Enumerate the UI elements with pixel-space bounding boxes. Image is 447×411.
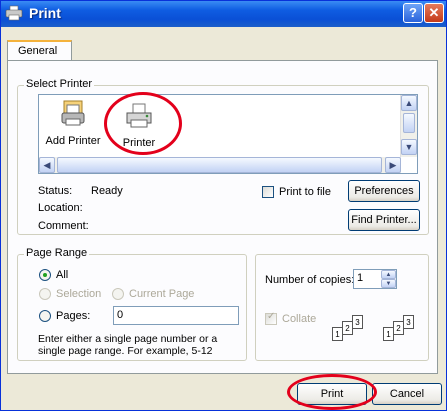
tab-general-label: General [18,45,58,57]
printer-label: Printer [122,137,156,149]
pages-label: Pages: [56,310,91,322]
print-to-file-checkbox[interactable] [262,186,274,198]
list-item-add-printer[interactable]: Add Printer [43,99,103,147]
window-title: Print [29,5,61,21]
vertical-scrollbar[interactable]: ▲ ▼ [400,95,417,157]
add-printer-label: Add Printer [45,135,101,147]
select-printer-legend: Select Printer [24,78,95,90]
all-label: All [56,269,69,281]
status-label: Status: [38,185,73,197]
add-printer-icon [58,100,88,132]
status-value: Ready [91,185,123,197]
copies-down-icon[interactable]: ▼ [381,279,396,288]
current-page-label: Current Page [129,288,195,300]
close-button[interactable]: ✕ [424,3,444,23]
help-button[interactable]: ? [403,3,423,23]
print-dialog: Print ? ✕ General Select Printer Add Pri… [0,0,447,411]
collate-label: Collate [282,313,317,325]
comment-label: Comment: [38,220,89,232]
page-range-legend: Page Range [24,247,90,259]
collate-checkbox: ✓ [265,311,277,325]
selection-label: Selection [56,288,102,300]
find-printer-button[interactable]: Find Printer... [348,209,420,231]
copies-value: 1 [357,272,364,284]
scroll-thumb[interactable] [403,113,415,133]
cancel-button[interactable]: Cancel [372,383,442,405]
printer-icon [5,5,23,21]
number-of-copies-label: Number of copies: [265,274,355,286]
checkmark-icon: ✓ [267,311,276,322]
list-item-printer[interactable]: Printer [109,101,169,149]
title-bar[interactable]: Print ? ✕ [1,1,446,27]
printer-icon [124,103,154,134]
selection-radio [39,288,51,300]
location-label: Location: [38,202,83,214]
scroll-down-icon[interactable]: ▼ [401,139,417,155]
current-page-radio [112,288,124,300]
copies-up-icon[interactable]: ▲ [381,270,396,279]
print-button[interactable]: Print [297,383,367,405]
horizontal-scrollbar[interactable]: ◀ ▶ [39,157,401,173]
page-range-help-text: Enter either a single page number or a s… [38,333,218,357]
tab-general[interactable]: General [7,40,72,61]
scroll-thumb-horizontal[interactable] [57,157,382,173]
scroll-left-icon[interactable]: ◀ [39,157,55,173]
scroll-up-icon[interactable]: ▲ [401,95,417,111]
printer-list[interactable]: Add Printer Printer ▲ ▼ ◀ ▶ [38,94,418,174]
all-radio[interactable] [39,269,51,281]
radio-selected-dot [43,273,47,277]
pages-radio[interactable] [39,310,51,322]
collate-page: 3 [403,315,414,329]
print-to-file-label: Print to file [279,186,331,198]
preferences-button[interactable]: Preferences [348,180,420,202]
copies-group [255,254,429,361]
collate-page: 3 [352,315,363,329]
scroll-right-icon[interactable]: ▶ [385,157,401,173]
pages-input[interactable]: 0 [113,306,239,325]
